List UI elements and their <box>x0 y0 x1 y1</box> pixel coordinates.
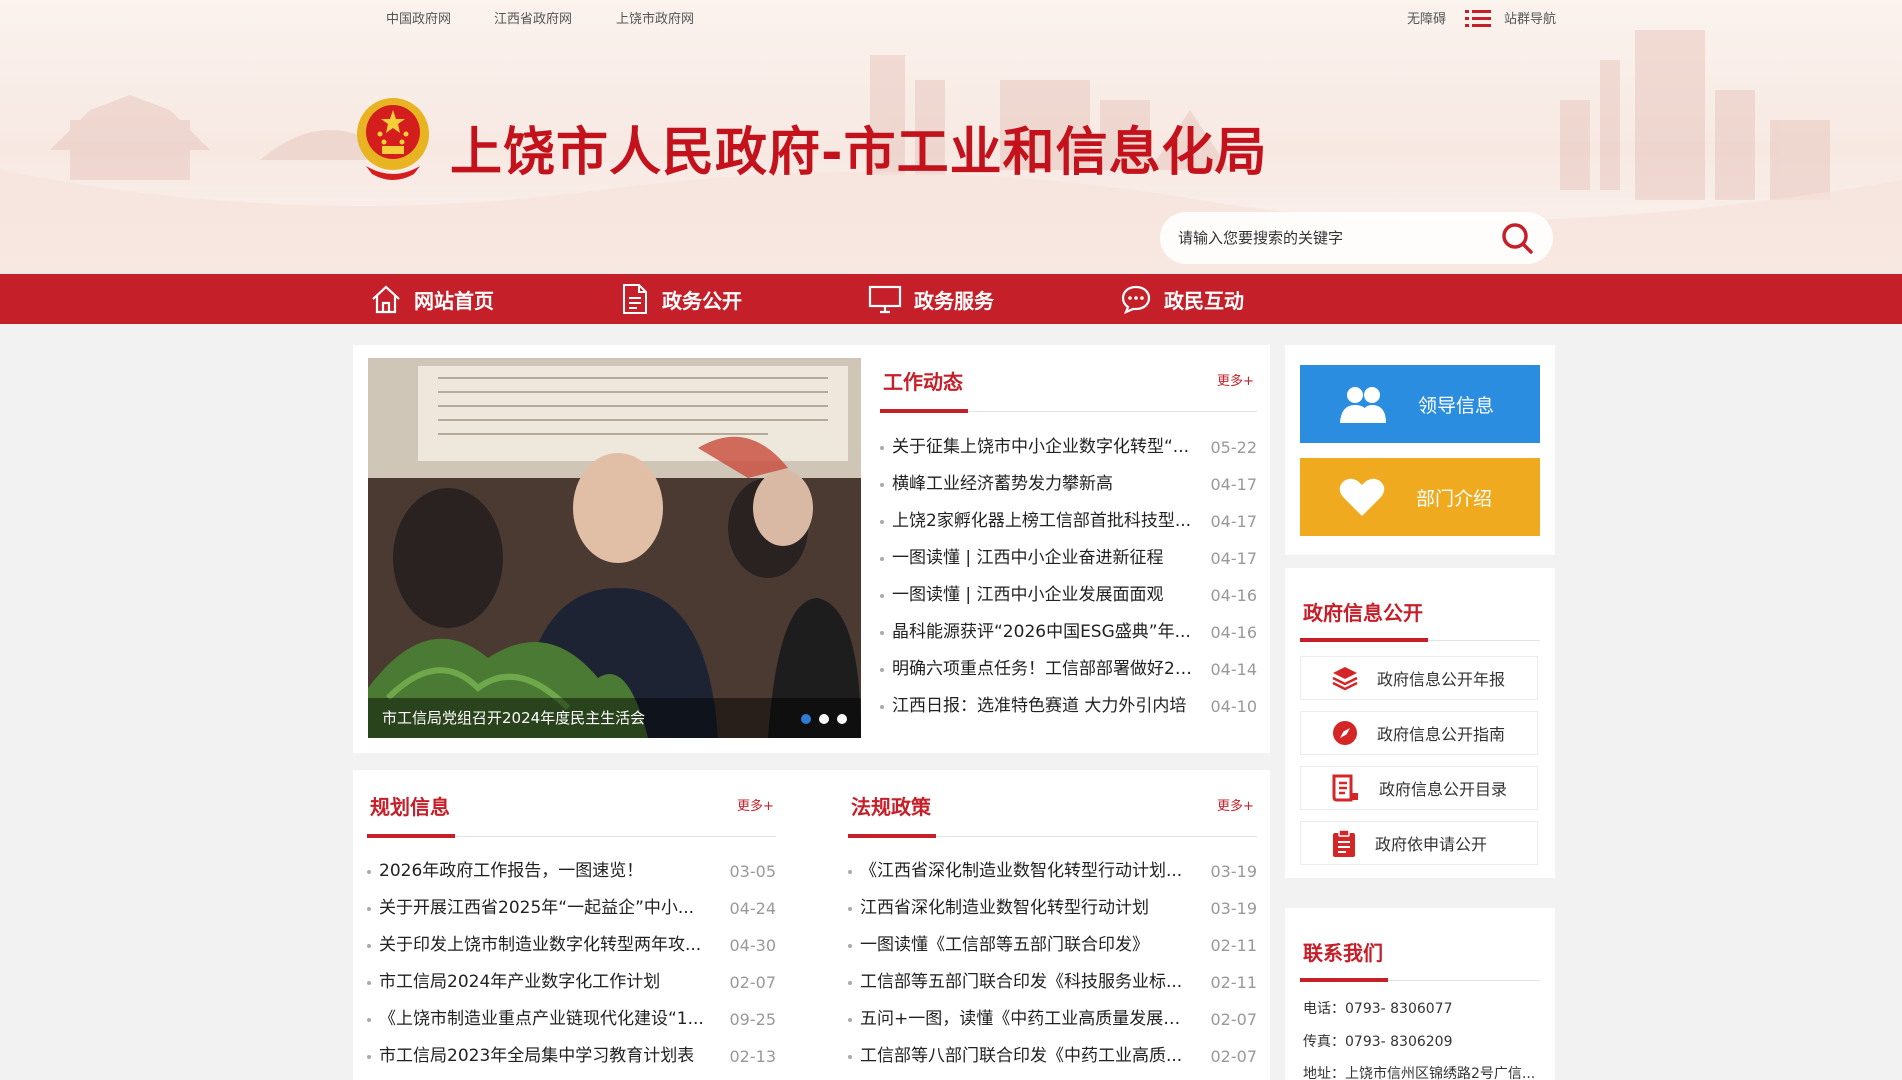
gov-info-guide[interactable]: 政府信息公开指南 <box>1300 711 1538 755</box>
planning-more-link[interactable]: 更多+ <box>737 795 774 814</box>
list-item[interactable]: 市工信局2023年全局集中学习教育计划表 02-13 <box>367 1038 776 1075</box>
top-link-gov-cn[interactable]: 中国政府网 <box>386 8 451 27</box>
policy-more-link[interactable]: 更多+ <box>1217 795 1254 814</box>
list-item[interactable]: 上饶2家孵化器上榜工信部首批科技型... 04-17 <box>880 503 1257 540</box>
list-item[interactable]: 一图读懂 | 江西中小企业发展面面观 04-16 <box>880 577 1257 614</box>
leaders-icon <box>1340 387 1386 423</box>
contact-underline <box>1300 978 1388 982</box>
list-item[interactable]: 工信部等五部门联合印发《科技服务业标... 02-11 <box>848 964 1257 1001</box>
gov-info-on-request[interactable]: 政府依申请公开 <box>1300 821 1538 865</box>
list-item[interactable]: 2026年政府工作报告，一图速览！ 03-05 <box>367 853 776 890</box>
list-item[interactable]: 江西日报：选准特色赛道 大力外引内培 04-10 <box>880 688 1257 725</box>
gov-info-underline <box>1300 638 1428 642</box>
gov-info-catalog[interactable]: 政府信息公开目录 <box>1300 766 1538 810</box>
contact-panel <box>1285 908 1555 1080</box>
work-news-list: 关于征集上饶市中小企业数字化转型“... 05-22 横峰工业经济蓄势发力攀新高 0… <box>880 429 1257 725</box>
top-link-jiangxi[interactable]: 江西省政府网 <box>494 8 572 27</box>
work-news-title: 工作动态 <box>883 370 963 394</box>
nav-gov-service[interactable]: 政务服务 <box>868 274 994 324</box>
layers-icon <box>1332 667 1358 691</box>
planning-title: 规划信息 <box>370 795 450 819</box>
contact-fax: 传真：0793- 8306209 <box>1303 1034 1453 1050</box>
carousel-dot-3[interactable] <box>837 714 847 724</box>
list-item[interactable]: 一图读懂 | 江西中小企业奋进新征程 04-17 <box>880 540 1257 577</box>
national-emblem-icon <box>357 98 429 180</box>
menu-list-icon[interactable] <box>1465 9 1491 29</box>
planning-underline <box>367 834 455 838</box>
list-item[interactable]: 明确六项重点任务！工信部部署做好20... 04-14 <box>880 651 1257 688</box>
list-item[interactable]: 工信部等八部门联合印发《中药工业高质... 02-07 <box>848 1038 1257 1075</box>
list-item[interactable]: 一图读懂《工信部等五部门联合印发》 02-11 <box>848 927 1257 964</box>
nav-gov-service-label: 政务服务 <box>914 288 994 313</box>
carousel-dot-1[interactable] <box>801 714 811 724</box>
site-header: 中国政府网 江西省政府网 上饶市政府网 无障碍 站群导航 上饶市人民政府-市工业… <box>0 0 1902 274</box>
search-input[interactable] <box>1178 226 1478 250</box>
clipboard-icon <box>1333 829 1355 857</box>
gov-info-annual-report[interactable]: 政府信息公开年报 <box>1300 656 1538 700</box>
list-item[interactable]: 关于印发上饶市制造业数字化转型两年攻... 04-30 <box>367 927 776 964</box>
list-item[interactable]: 市工信局2024年产业数字化工作计划 02-07 <box>367 964 776 1001</box>
compass-icon <box>1333 721 1357 745</box>
heart-icon <box>1339 478 1385 516</box>
policy-list: 《江西省深化制造业数智化转型行动计划... 03-19 江西省深化制造业数智化转型… <box>848 853 1257 1075</box>
main-nav: 网站首页 政务公开 政务服务 政民互动 <box>0 274 1902 324</box>
dept-intro-label: 部门介绍 <box>1416 487 1493 510</box>
leaders-button[interactable]: 领导信息 <box>1300 365 1540 443</box>
list-item[interactable]: 关于开展江西省2025年“一起益企”中小... 04-24 <box>367 890 776 927</box>
list-item[interactable]: 《江西省深化制造业数智化转型行动计划... 03-19 <box>848 853 1257 890</box>
list-item[interactable]: 横峰工业经济蓄势发力攀新高 04-17 <box>880 466 1257 503</box>
carousel-caption: 市工信局党组召开2024年度民主生活会 <box>368 698 861 738</box>
home-icon <box>372 285 400 314</box>
work-news-more-link[interactable]: 更多+ <box>1217 370 1254 389</box>
carousel-dots <box>801 714 847 724</box>
carousel-dot-2[interactable] <box>819 714 829 724</box>
catalog-icon <box>1332 774 1358 802</box>
gov-info-title: 政府信息公开 <box>1303 601 1423 625</box>
list-item[interactable]: 关于征集上饶市中小企业数字化转型“... 05-22 <box>880 429 1257 466</box>
accessibility-link[interactable]: 无障碍 <box>1407 8 1446 27</box>
work-news-underline <box>880 409 968 413</box>
search-icon[interactable] <box>1501 222 1533 254</box>
leaders-label: 领导信息 <box>1418 394 1495 417</box>
photo-carousel[interactable]: 市工信局党组召开2024年度民主生活会 <box>368 358 861 738</box>
carousel-photo <box>368 358 861 738</box>
contact-title: 联系我们 <box>1303 941 1383 965</box>
nav-gov-affairs[interactable]: 政务公开 <box>620 274 742 324</box>
planning-list: 2026年政府工作报告，一图速览！ 03-05 关于开展江西省2025年“一起益企… <box>367 853 776 1075</box>
list-item[interactable]: 江西省深化制造业数智化转型行动计划 03-19 <box>848 890 1257 927</box>
top-link-shangrao[interactable]: 上饶市政府网 <box>616 8 694 27</box>
contact-address: 地址：上饶市信州区锦绣路2号广信... <box>1303 1066 1536 1080</box>
dept-intro-button[interactable]: 部门介绍 <box>1300 458 1540 536</box>
list-item[interactable]: 《上饶市制造业重点产业链现代化建设“1... 09-25 <box>367 1001 776 1038</box>
nav-home-label: 网站首页 <box>414 288 494 313</box>
policy-underline <box>848 834 936 838</box>
site-nav-link[interactable]: 站群导航 <box>1504 8 1556 27</box>
list-item[interactable]: 五问+一图，读懂《中药工业高质量发展实... 02-07 <box>848 1001 1257 1038</box>
policy-title: 法规政策 <box>851 795 931 819</box>
chat-icon <box>1121 285 1151 314</box>
list-item[interactable]: 晶科能源获评“2026中国ESG盛典”年... 04-16 <box>880 614 1257 651</box>
top-bar: 中国政府网 江西省政府网 上饶市政府网 无障碍 站群导航 <box>0 8 1902 28</box>
contact-phone: 电话：0793- 8306077 <box>1303 1001 1453 1017</box>
monitor-icon <box>868 285 902 314</box>
search-box <box>1160 212 1553 264</box>
nav-home[interactable]: 网站首页 <box>370 274 494 324</box>
site-title: 上饶市人民政府-市工业和信息化局 <box>450 123 1268 183</box>
document-icon <box>623 284 647 314</box>
nav-gov-affairs-label: 政务公开 <box>662 288 742 313</box>
nav-interaction-label: 政民互动 <box>1164 288 1244 313</box>
nav-interaction[interactable]: 政民互动 <box>1120 274 1244 324</box>
